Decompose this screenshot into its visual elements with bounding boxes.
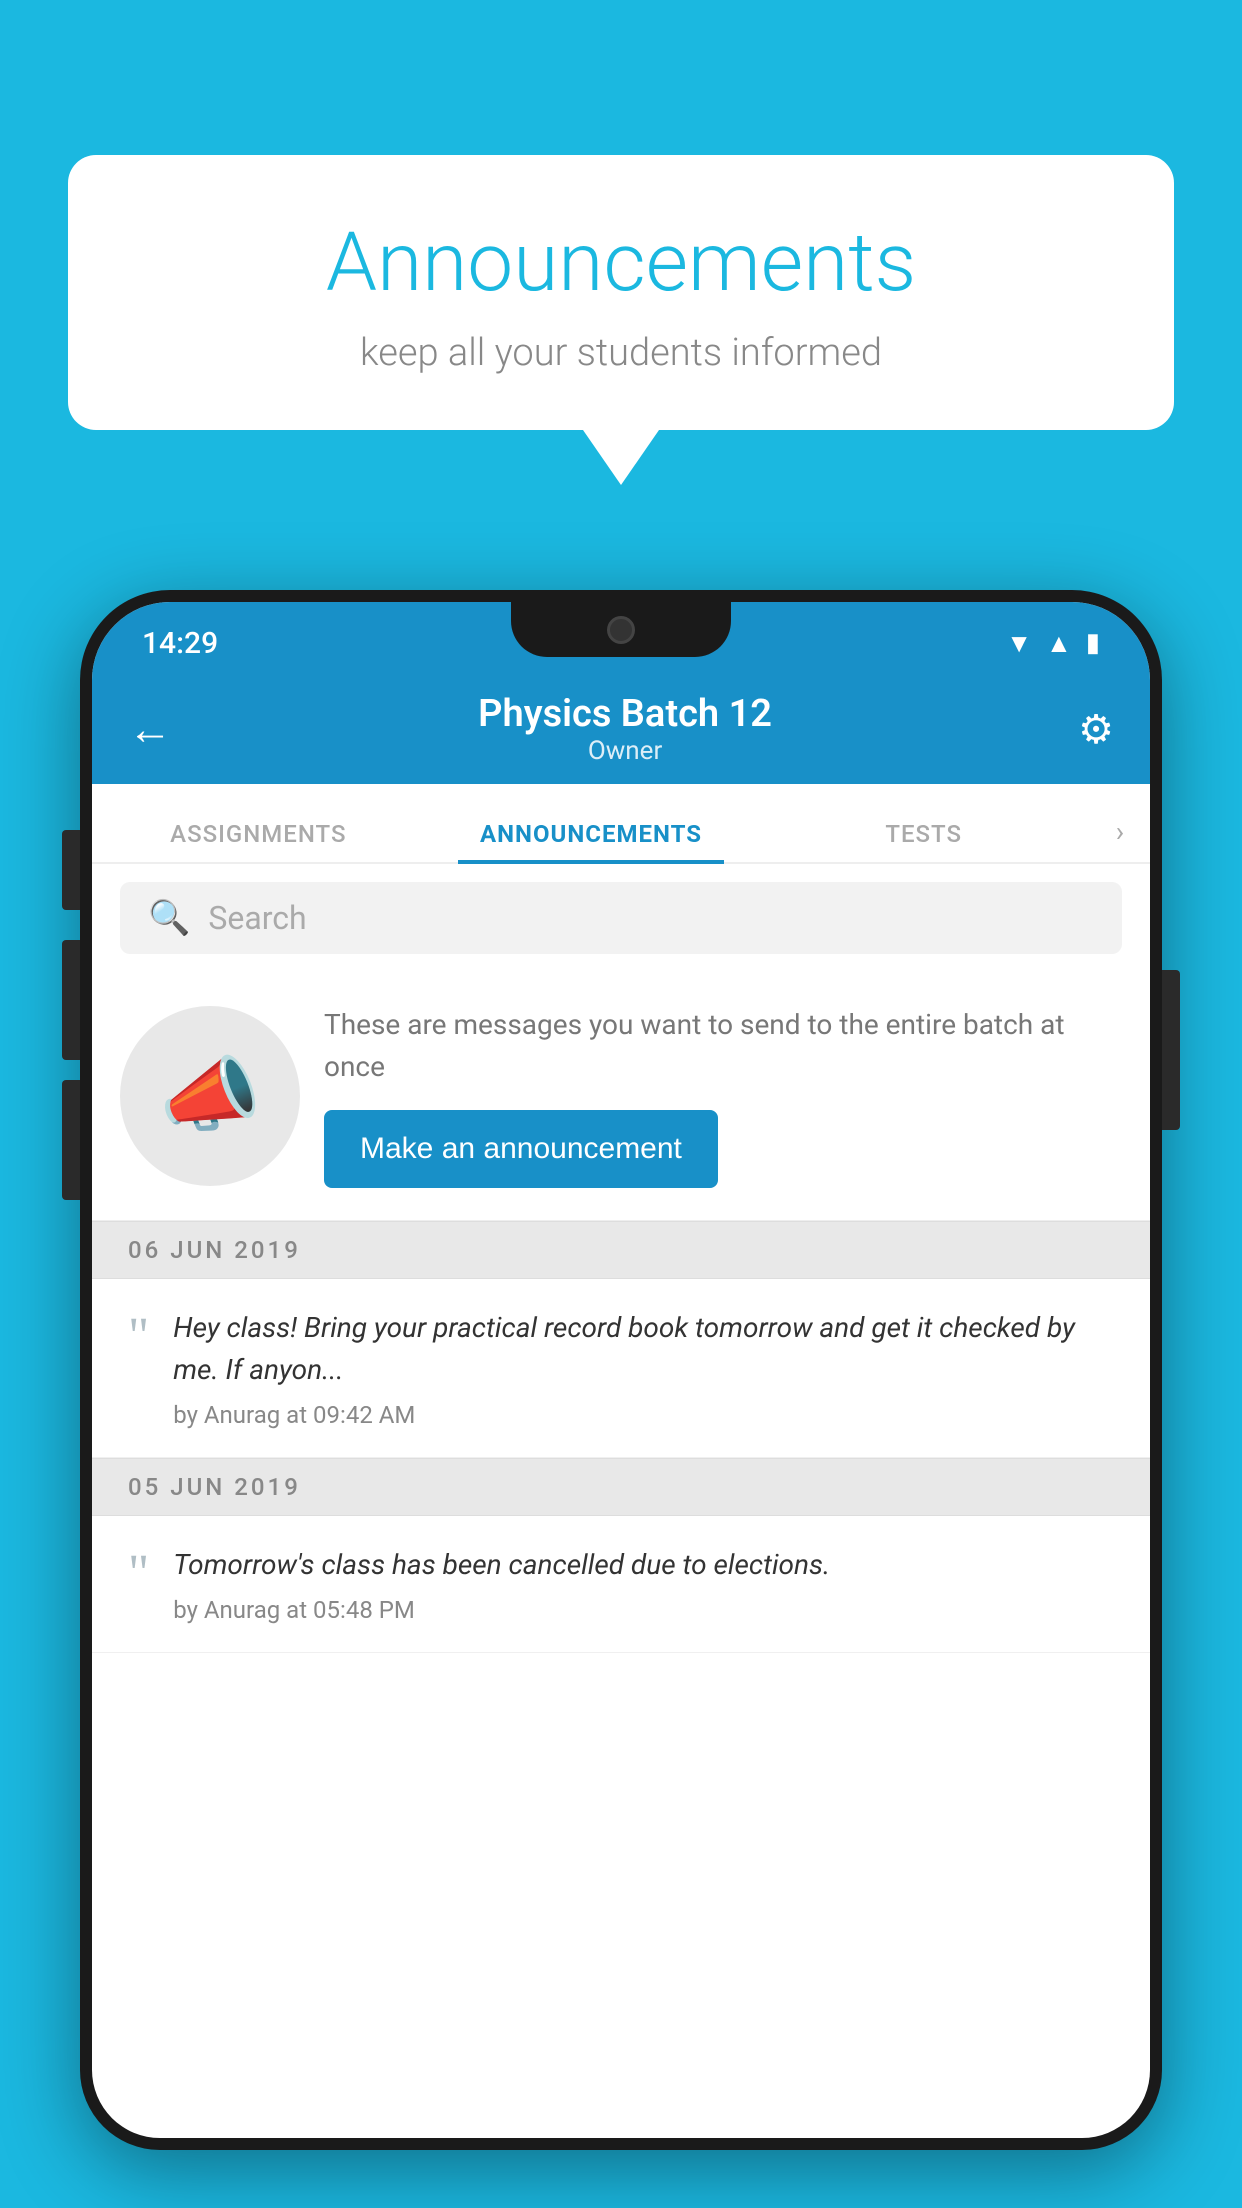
side-button-vol-up	[62, 940, 80, 1060]
announcement-text-1: Hey class! Bring your practical record b…	[173, 1307, 1114, 1391]
quote-icon-1: "	[128, 1311, 149, 1363]
settings-icon[interactable]: ⚙	[1078, 706, 1114, 753]
search-bar-container: 🔍 Search	[92, 864, 1150, 972]
page-title: Physics Batch 12	[478, 692, 772, 736]
tab-announcements[interactable]: ANNOUNCEMENTS	[425, 820, 758, 862]
page-subtitle: Owner	[478, 736, 772, 766]
search-bar[interactable]: 🔍 Search	[120, 882, 1122, 954]
tab-tests[interactable]: TESTS	[757, 820, 1090, 862]
phone-notch	[511, 602, 731, 657]
tab-assignments[interactable]: ASSIGNMENTS	[92, 820, 425, 862]
announcement-item-1[interactable]: " Hey class! Bring your practical record…	[92, 1279, 1150, 1458]
make-announcement-button[interactable]: Make an announcement	[324, 1110, 718, 1188]
megaphone-circle: 📣	[120, 1006, 300, 1186]
bubble-title: Announcements	[128, 215, 1114, 311]
speech-bubble-card: Announcements keep all your students inf…	[68, 155, 1174, 430]
side-button-power	[1162, 970, 1180, 1130]
tabs-bar: ASSIGNMENTS ANNOUNCEMENTS TESTS ›	[92, 784, 1150, 864]
wifi-icon: ▼	[1006, 628, 1032, 659]
date-separator-1: 06 JUN 2019	[92, 1221, 1150, 1279]
search-placeholder: Search	[208, 899, 306, 937]
front-camera	[607, 616, 635, 644]
quote-icon-2: "	[128, 1548, 149, 1600]
phone-wrapper: 14:29 ▼ ▲ ▮ ← Physics Batch 12 Owner ⚙	[80, 590, 1162, 2208]
announcement-content-1: Hey class! Bring your practical record b…	[173, 1307, 1114, 1429]
bubble-tail	[583, 430, 659, 485]
signal-icon: ▲	[1046, 628, 1072, 659]
prompt-message: These are messages you want to send to t…	[324, 1004, 1122, 1088]
back-button[interactable]: ←	[128, 703, 172, 755]
tab-more[interactable]: ›	[1090, 815, 1150, 862]
announcement-item-2[interactable]: " Tomorrow's class has been cancelled du…	[92, 1516, 1150, 1653]
bubble-subtitle: keep all your students informed	[128, 331, 1114, 375]
announcement-prompt: 📣 These are messages you want to send to…	[92, 972, 1150, 1221]
announcement-meta-2: by Anurag at 05:48 PM	[173, 1596, 830, 1624]
speech-bubble-section: Announcements keep all your students inf…	[68, 155, 1174, 485]
prompt-text-area: These are messages you want to send to t…	[324, 1004, 1122, 1188]
status-icons: ▼ ▲ ▮	[1006, 628, 1100, 659]
announcement-text-2: Tomorrow's class has been cancelled due …	[173, 1544, 830, 1586]
announcement-meta-1: by Anurag at 09:42 AM	[173, 1401, 1114, 1429]
phone-screen: 14:29 ▼ ▲ ▮ ← Physics Batch 12 Owner ⚙	[92, 602, 1150, 2138]
app-header: ← Physics Batch 12 Owner ⚙	[92, 674, 1150, 784]
header-title-group: Physics Batch 12 Owner	[478, 692, 772, 766]
battery-icon: ▮	[1086, 628, 1100, 658]
status-time: 14:29	[142, 626, 218, 661]
phone-frame: 14:29 ▼ ▲ ▮ ← Physics Batch 12 Owner ⚙	[80, 590, 1162, 2150]
megaphone-icon: 📣	[159, 1048, 261, 1144]
date-separator-2: 05 JUN 2019	[92, 1458, 1150, 1516]
announcement-content-2: Tomorrow's class has been cancelled due …	[173, 1544, 830, 1624]
search-icon: 🔍	[148, 898, 190, 938]
side-button-mute	[62, 830, 80, 910]
side-button-vol-down	[62, 1080, 80, 1200]
